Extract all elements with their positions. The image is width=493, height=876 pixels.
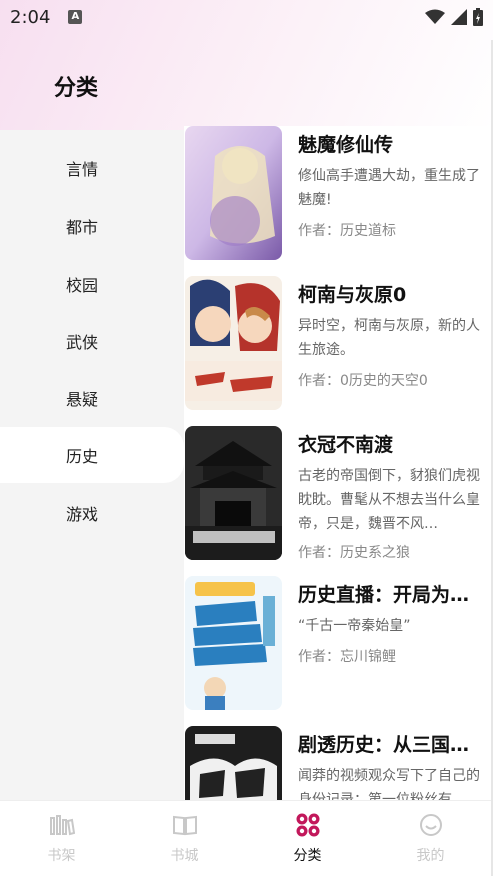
notification-a-icon: A (68, 10, 83, 24)
book-description: 闻莽的视频观众写下了自己的身份记录：第一位粉丝有 (298, 768, 480, 800)
book-title: 柯南与灰原0 (298, 284, 407, 306)
category-item-wuxia[interactable]: 武侠 (0, 313, 184, 369)
book-item[interactable]: 魅魔修仙传 修仙高手遭遇大劫，重生成了魅魔! 作者：历史道标 (184, 126, 491, 262)
book-item[interactable]: 柯南与灰原0 异时空，柯南与灰原，新的人生旅途。 作者：0历史的天空0 (184, 276, 491, 412)
book-item[interactable]: 历史直播：开局为… “千古一帝秦始皇” 作者：忘川锦鲤 (184, 576, 491, 712)
category-item-xuanyi[interactable]: 悬疑 (0, 370, 184, 426)
page-title: 分类 (54, 76, 99, 101)
battery-icon (473, 8, 483, 26)
category-icon (296, 813, 319, 837)
bookshelf-icon (49, 815, 75, 836)
tab-bookstore[interactable]: 书城 (123, 811, 246, 871)
book-cover (185, 726, 282, 800)
book-description: 古老的帝国倒下，豺狼们虎视眈眈。曹髦从不想去当什么皇帝，只是，魏晋不风… (298, 468, 480, 532)
tab-bookshelf[interactable]: 书架 (0, 811, 123, 871)
book-title: 衣冠不南渡 (298, 434, 394, 456)
book-cover (185, 126, 282, 260)
book-item[interactable]: 剧透历史：从三国… 闻莽的视频观众写下了自己的身份记录：第一位粉丝有 (184, 726, 491, 800)
wifi-icon (425, 9, 445, 24)
book-list: 魅魔修仙传 修仙高手遭遇大劫，重生成了魅魔! 作者：历史道标 柯南与灰原0 异时… (184, 126, 491, 800)
book-cover (185, 576, 282, 710)
book-item[interactable]: 衣冠不南渡 古老的帝国倒下，豺狼们虎视眈眈。曹髦从不想去当什么皇帝，只是，魏晋不… (184, 426, 491, 562)
book-cover (185, 426, 282, 560)
category-item-lishi[interactable]: 历史 (0, 427, 184, 483)
tab-mine[interactable]: 我的 (369, 811, 492, 871)
category-item-yanqing[interactable]: 言情 (0, 140, 184, 196)
book-author: 作者：历史系之狼 (298, 545, 410, 561)
book-description: 异时空，柯南与灰原，新的人生旅途。 (298, 318, 480, 358)
book-description: “千古一帝秦始皇” (298, 618, 411, 634)
signal-icon (451, 9, 467, 25)
status-time: 2:04 (10, 6, 51, 28)
book-cover (185, 276, 282, 410)
book-title: 剧透历史：从三国… (298, 734, 470, 756)
book-description: 修仙高手遭遇大劫，重生成了魅魔! (298, 168, 480, 208)
tab-category[interactable]: 分类 (246, 811, 369, 871)
bottom-tab-bar: 书架 书城 分类 我的 (0, 800, 491, 876)
book-title: 历史直播：开局为… (298, 584, 470, 606)
tab-label: 分类 (293, 848, 322, 864)
smiley-icon (419, 814, 442, 836)
category-item-youxi[interactable]: 游戏 (0, 485, 184, 541)
book-open-icon (172, 815, 197, 836)
tab-label: 书架 (47, 848, 76, 864)
book-author: 作者：0历史的天空0 (298, 373, 428, 389)
tab-label: 我的 (416, 848, 445, 864)
category-item-xiaoyuan[interactable]: 校园 (0, 256, 184, 312)
tab-label: 书城 (170, 848, 199, 864)
category-item-dushi[interactable]: 都市 (0, 198, 184, 254)
book-title: 魅魔修仙传 (298, 134, 394, 156)
book-author: 作者：历史道标 (298, 223, 396, 239)
category-sidebar: 言情 都市 校园 武侠 悬疑 历史 游戏 (0, 130, 184, 800)
status-bar: 2:04 A (0, 0, 493, 34)
book-author: 作者：忘川锦鲤 (298, 649, 396, 665)
